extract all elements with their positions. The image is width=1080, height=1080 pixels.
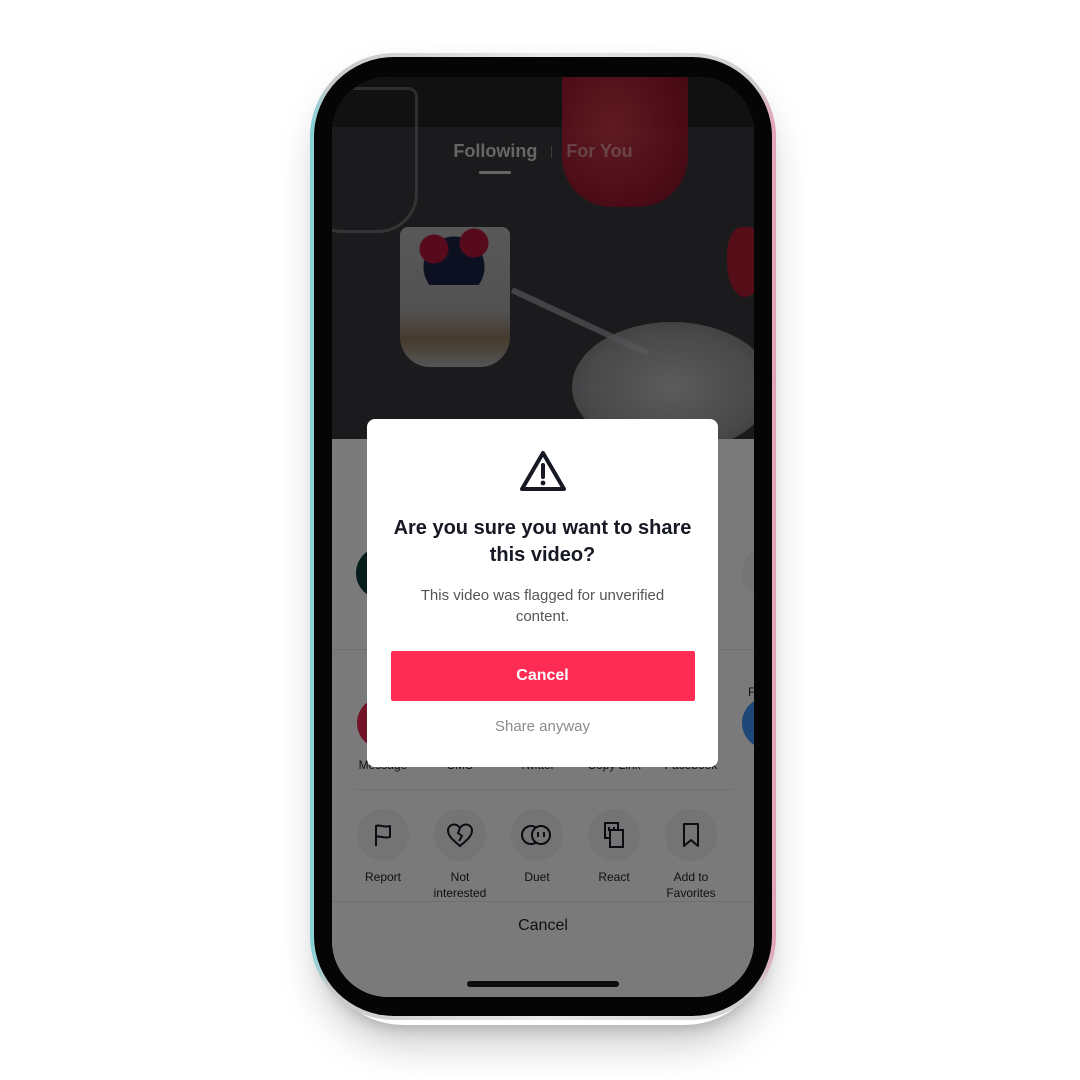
home-indicator[interactable] [467,981,619,987]
dialog-title: Are you sure you want to share this vide… [393,517,692,566]
phone-screen: Following For You F [332,77,754,997]
phone-bezel: Following For You F [314,57,772,1016]
share-warning-dialog: Are you sure you want to share this vide… [367,419,718,767]
share-anyway-button[interactable]: Share anyway [489,717,596,736]
warning-triangle-icon [519,451,566,491]
dialog-cancel-button[interactable]: Cancel [390,651,695,701]
dialog-message: This video was flagged for unverified co… [420,587,665,625]
phone-frame: Following For You F [310,53,776,1020]
